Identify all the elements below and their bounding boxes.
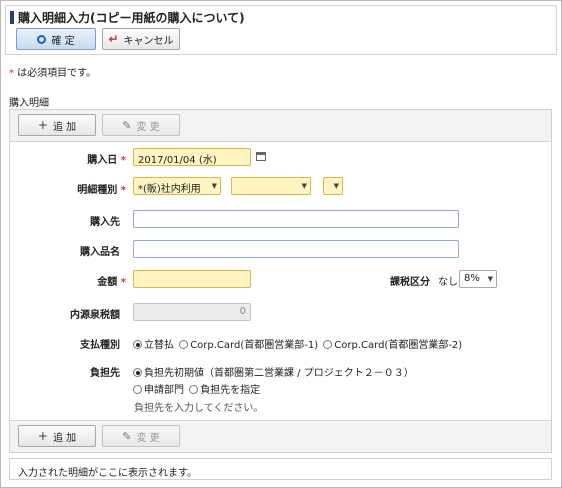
payment-type-radio-group: 立替払 Corp.Card(首都圏営業部-1) Corp.Card(首都圏営業部… — [133, 336, 462, 351]
burden-option-0[interactable]: 負担先初期値（首都圏第二営業課 / プロジェクト２－０３） — [133, 364, 414, 379]
tax-category-prefix: なし — [438, 277, 458, 288]
pencil-icon: ✎ — [122, 429, 132, 443]
payment-type-option-0[interactable]: 立替払 — [133, 340, 174, 351]
radio-icon — [323, 340, 333, 349]
calendar-icon[interactable] — [256, 152, 266, 161]
detail-type-label-text: 明細種別 — [77, 185, 118, 196]
section-title: 購入明細 — [9, 98, 49, 109]
page-title: 購入明細入力(コピー用紙の購入について) — [10, 9, 245, 26]
required-note: * は必須項目です。 — [9, 64, 96, 79]
change-button-bottom-label: 変 更 — [136, 432, 160, 444]
detail-type-required-mark: * — [120, 185, 126, 196]
chevron-down-icon: ▼ — [333, 182, 339, 190]
change-button[interactable]: ✎ 変 更 — [102, 114, 180, 136]
payment-type-option-1-label: Corp.Card(首都圏営業部-1) — [190, 340, 319, 351]
detail-list-placeholder-text: 入力された明細がここに表示されます。 — [18, 468, 197, 479]
amount-label-text: 金額 — [97, 277, 118, 288]
detail-type-sub-select[interactable]: ▼ — [231, 177, 311, 195]
purchase-date-label-text: 購入日 — [87, 155, 118, 166]
cancel-button-label: キャンセル — [123, 35, 174, 47]
detail-type-label: 明細種別 * — [50, 181, 126, 196]
window-frame: 購入明細入力(コピー用紙の購入について) 確 定 ↵ キャンセル * は必須項目… — [0, 0, 562, 488]
toolbar-bottom: + 追 加 ✎ 変 更 — [10, 420, 551, 452]
radio-selected-icon — [133, 340, 142, 349]
item-name-label: 購入品名 — [80, 247, 120, 258]
payment-type-option-2-label: Corp.Card(首都圏営業部-2) — [334, 340, 463, 351]
header-panel: 購入明細入力(コピー用紙の購入について) 確 定 ↵ キャンセル — [5, 5, 557, 55]
payment-type-option-0-label: 立替払 — [144, 340, 174, 351]
burden-option-2[interactable]: 負担先を指定 — [189, 385, 260, 396]
purchase-date-label: 購入日 * — [50, 151, 126, 166]
purchase-date-input[interactable]: 2017/01/04 (水) — [133, 148, 251, 166]
change-button-bottom[interactable]: ✎ 変 更 — [102, 425, 180, 447]
detail-type-select-value: *(販)社内利用 — [138, 184, 201, 195]
amount-label: 金額 * — [50, 273, 126, 288]
plus-icon: + — [37, 118, 48, 132]
circle-icon — [37, 34, 47, 44]
plus-icon: + — [37, 429, 48, 443]
amount-input[interactable] — [133, 270, 251, 288]
burden-options-row: 申請部門 負担先を指定 — [133, 381, 260, 396]
radio-icon — [179, 340, 189, 349]
item-name-input[interactable] — [133, 240, 459, 258]
add-button-bottom-label: 追 加 — [52, 432, 77, 444]
tax-category-label: 課税区分 — [390, 277, 430, 288]
detail-type-sub2-select[interactable]: ▼ — [323, 177, 343, 195]
chevron-down-icon: ▼ — [487, 275, 493, 283]
burden-option-1[interactable]: 申請部門 — [133, 385, 184, 396]
radio-icon — [189, 385, 199, 394]
withholding-input: 0 — [133, 303, 251, 321]
burden-option-2-label: 負担先を指定 — [200, 385, 261, 396]
confirm-button-label: 確 定 — [51, 35, 75, 47]
confirm-button[interactable]: 確 定 — [16, 28, 96, 50]
burden-label: 負担先 — [90, 368, 120, 379]
tax-category-select-value: 8% — [464, 273, 480, 284]
toolbar-top: + 追 加 ✎ 変 更 — [10, 110, 551, 142]
chevron-down-icon: ▼ — [211, 182, 217, 190]
burden-option-1-label: 申請部門 — [144, 385, 184, 396]
payment-type-label: 支払種別 — [80, 340, 120, 351]
vendor-label: 購入先 — [90, 217, 120, 228]
cancel-button[interactable]: ↵ キャンセル — [102, 28, 180, 50]
amount-required-mark: * — [120, 277, 126, 288]
vendor-input[interactable] — [133, 210, 459, 228]
add-button[interactable]: + 追 加 — [18, 114, 96, 136]
required-note-text: は必須項目です。 — [14, 68, 97, 79]
add-button-bottom[interactable]: + 追 加 — [18, 425, 96, 447]
detail-list-placeholder: 入力された明細がここに表示されます。 — [9, 458, 552, 480]
radio-selected-icon — [133, 368, 142, 377]
detail-type-select[interactable]: *(販)社内利用 ▼ — [133, 177, 221, 195]
purchase-date-required-mark: * — [120, 155, 126, 166]
burden-option-0-label: 負担先初期値（首都圏第二営業課 / プロジェクト２－０３） — [144, 368, 414, 379]
title-bar-marker — [10, 11, 14, 24]
detail-panel: + 追 加 ✎ 変 更 購入日 * 2017/01/04 (水) 明細種別 * … — [9, 109, 552, 453]
burden-hint: 負担先を入力してください。 — [134, 403, 264, 414]
pencil-icon: ✎ — [122, 118, 132, 132]
payment-type-option-2[interactable]: Corp.Card(首都圏営業部-2) — [323, 340, 462, 351]
return-arrow-icon: ↵ — [108, 32, 119, 46]
page-title-text: 購入明細入力(コピー用紙の購入について) — [18, 11, 245, 25]
radio-icon — [133, 385, 142, 394]
payment-type-option-1[interactable]: Corp.Card(首都圏営業部-1) — [179, 340, 318, 351]
add-button-label: 追 加 — [52, 121, 77, 133]
change-button-label: 変 更 — [136, 121, 160, 133]
withholding-label: 内源泉税額 — [70, 310, 120, 321]
tax-category-select[interactable]: 8% ▼ — [459, 270, 497, 288]
chevron-down-icon: ▼ — [301, 182, 307, 190]
